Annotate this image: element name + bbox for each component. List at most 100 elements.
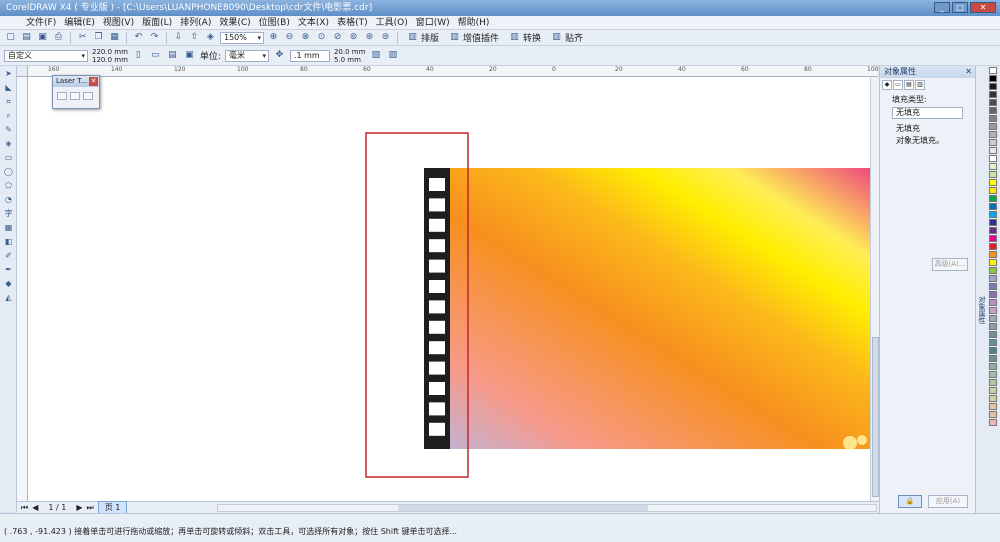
ellipse-tool-icon[interactable]: ◯: [2, 165, 15, 178]
save-icon[interactable]: ▣: [36, 31, 49, 44]
color-swatch[interactable]: [989, 355, 997, 362]
color-swatch[interactable]: [989, 267, 997, 274]
portrait-icon[interactable]: ▯: [132, 49, 145, 62]
color-swatch[interactable]: [989, 155, 997, 162]
pick-tool-icon[interactable]: ➤: [2, 67, 15, 80]
color-swatch[interactable]: [989, 227, 997, 234]
color-swatch[interactable]: [989, 419, 997, 426]
color-swatch[interactable]: [989, 107, 997, 114]
color-swatch[interactable]: [989, 315, 997, 322]
color-swatch[interactable]: [989, 331, 997, 338]
vertical-scroll-thumb[interactable]: [872, 337, 879, 497]
color-swatch[interactable]: [989, 123, 997, 130]
color-swatch[interactable]: [989, 371, 997, 378]
redo-icon[interactable]: ↷: [148, 31, 161, 44]
color-swatch[interactable]: [989, 67, 997, 74]
color-swatch[interactable]: [989, 203, 997, 210]
menu-item[interactable]: 文本(X): [294, 16, 333, 29]
color-swatch[interactable]: [989, 363, 997, 370]
smart-fill-icon[interactable]: ◈: [2, 137, 15, 150]
color-swatch[interactable]: [989, 347, 997, 354]
prev-page-icon[interactable]: ◀: [32, 503, 38, 512]
color-swatch[interactable]: [989, 219, 997, 226]
nudge-field[interactable]: .1 mm: [289, 49, 330, 62]
crop-tool-icon[interactable]: ⌗: [2, 95, 15, 108]
zoom-tool-icon[interactable]: ⌕: [2, 109, 15, 122]
color-swatch[interactable]: [989, 195, 997, 202]
close-icon[interactable]: ✕: [89, 77, 98, 86]
zoom-width-icon[interactable]: ⊘: [331, 31, 344, 44]
cut-icon[interactable]: ✂: [76, 31, 89, 44]
color-swatch[interactable]: [989, 187, 997, 194]
last-page-icon[interactable]: ⏭: [86, 503, 93, 513]
shape-tool-icon[interactable]: ◣: [2, 81, 15, 94]
color-swatch[interactable]: [989, 131, 997, 138]
minimize-button[interactable]: _: [934, 2, 950, 13]
first-page-icon[interactable]: ⏮: [21, 503, 28, 513]
fill-tool-icon[interactable]: ◆: [2, 277, 15, 290]
paper-size-select[interactable]: 自定义 ▾: [4, 49, 88, 62]
color-swatch[interactable]: [989, 299, 997, 306]
vertical-scrollbar[interactable]: [870, 77, 879, 501]
color-swatch[interactable]: [989, 387, 997, 394]
menu-item[interactable]: 版面(L): [138, 16, 176, 29]
laser-tool-icon[interactable]: [83, 92, 93, 100]
color-swatch[interactable]: [989, 115, 997, 122]
summary-tab-icon[interactable]: ▥: [915, 80, 925, 90]
color-swatch[interactable]: [989, 83, 997, 90]
close-button[interactable]: ✕: [970, 2, 996, 13]
color-swatch[interactable]: [989, 243, 997, 250]
maximize-button[interactable]: □: [952, 2, 968, 13]
text-tool-icon[interactable]: 字: [2, 207, 15, 220]
interactive-fill-icon[interactable]: ◭: [2, 291, 15, 304]
color-swatch[interactable]: [989, 411, 997, 418]
color-swatch[interactable]: [989, 147, 997, 154]
docker-side-tab[interactable]: 对象属性: [975, 66, 986, 513]
color-swatch[interactable]: [989, 323, 997, 330]
color-swatch[interactable]: [989, 395, 997, 402]
color-swatch[interactable]: [989, 283, 997, 290]
laser-panel-title[interactable]: Laser T... ✕: [53, 76, 99, 87]
fill-type-select[interactable]: 无填充: [892, 107, 963, 119]
dup-x-field[interactable]: 20.0 mm: [334, 48, 365, 56]
general-tab-icon[interactable]: ▤: [904, 80, 914, 90]
apply-button[interactable]: 应用(A): [928, 495, 968, 508]
color-swatch[interactable]: [989, 251, 997, 258]
color-swatch[interactable]: [989, 171, 997, 178]
ticket-gradient-background[interactable]: [424, 168, 870, 449]
basic-shapes-icon[interactable]: ◔: [2, 193, 15, 206]
menu-item[interactable]: 帮助(H): [454, 16, 494, 29]
open-icon[interactable]: ▤: [20, 31, 33, 44]
table-tool-icon[interactable]: ▦: [2, 221, 15, 234]
menu-item[interactable]: 排列(A): [176, 16, 215, 29]
zoom-fit-icon[interactable]: ⊗: [299, 31, 312, 44]
outline-tool-icon[interactable]: ✒: [2, 263, 15, 276]
convert-button[interactable]: ▥ 转换: [505, 31, 544, 44]
landscape-icon[interactable]: ▭: [149, 49, 162, 62]
interactive-blend-icon[interactable]: ◧: [2, 235, 15, 248]
laser-tool-icon[interactable]: [57, 92, 67, 100]
plugins-button[interactable]: ▥ 增值插件: [445, 31, 502, 44]
color-swatch[interactable]: [989, 379, 997, 386]
drawing-canvas[interactable]: [28, 77, 870, 501]
snap-button[interactable]: ▥ 贴齐: [547, 31, 586, 44]
menu-item[interactable]: 窗口(W): [412, 16, 454, 29]
app-launcher-icon[interactable]: ◈: [204, 31, 217, 44]
menu-item[interactable]: 位图(B): [255, 16, 294, 29]
color-swatch[interactable]: [989, 339, 997, 346]
all-pages-icon[interactable]: ▤: [166, 49, 179, 62]
menu-item[interactable]: 视图(V): [99, 16, 138, 29]
color-swatch[interactable]: [989, 403, 997, 410]
dup-y-field[interactable]: 5.0 mm: [334, 56, 365, 64]
page-height-field[interactable]: 120.0 mm: [92, 56, 128, 64]
polygon-tool-icon[interactable]: ⬠: [2, 179, 15, 192]
options-icon[interactable]: ⊜: [379, 31, 392, 44]
vertical-ruler[interactable]: [17, 77, 28, 501]
color-swatch[interactable]: [989, 163, 997, 170]
close-icon[interactable]: ✕: [965, 66, 972, 78]
view-icon[interactable]: ⊛: [363, 31, 376, 44]
copy-icon[interactable]: ❐: [92, 31, 105, 44]
color-swatch[interactable]: [989, 307, 997, 314]
new-document-icon[interactable]: ▢: [4, 31, 17, 44]
menu-item[interactable]: 文件(F): [22, 16, 60, 29]
